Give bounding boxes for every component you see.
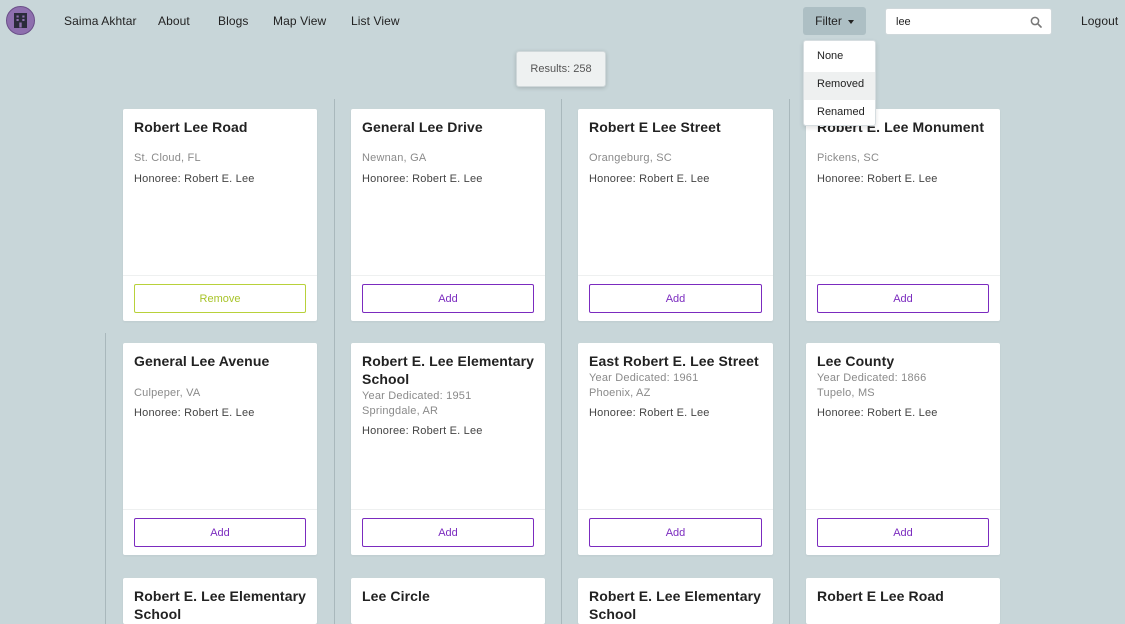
card-honoree: Honoree: Robert E. Lee <box>817 407 938 419</box>
nav-user[interactable]: Saima Akhtar <box>64 14 137 28</box>
memorial-card: East Robert E. Lee Street Year Dedicated… <box>578 343 773 555</box>
card-title: East Robert E. Lee Street <box>589 353 759 369</box>
card-location: Newnan, GA <box>362 152 427 164</box>
add-button[interactable]: Add <box>134 518 306 547</box>
column-divider <box>789 99 790 624</box>
column-divider <box>561 99 562 624</box>
card-location: St. Cloud, FL <box>134 152 201 164</box>
memorial-card: Robert E. Lee Elementary School <box>123 578 317 624</box>
card-divider <box>578 275 773 276</box>
memorial-card: Robert Lee Road St. Cloud, FL Honoree: R… <box>123 109 317 321</box>
add-button[interactable]: Add <box>589 518 762 547</box>
card-honoree: Honoree: Robert E. Lee <box>817 173 938 185</box>
card-year: Year Dedicated: 1866 <box>817 372 927 384</box>
filter-option-none[interactable]: None <box>804 44 875 72</box>
memorial-card: Robert E. Lee Elementary School <box>578 578 773 624</box>
card-location: Phoenix, AZ <box>589 387 651 399</box>
card-divider <box>806 275 1000 276</box>
search-input[interactable] <box>896 14 1026 30</box>
nav-list-view[interactable]: List View <box>351 14 400 28</box>
card-divider <box>123 509 317 510</box>
card-divider <box>351 509 545 510</box>
card-honoree: Honoree: Robert E. Lee <box>589 173 710 185</box>
card-honoree: Honoree: Robert E. Lee <box>362 425 483 437</box>
caret-down-icon <box>847 19 854 24</box>
memorial-card: Robert E Lee Road <box>806 578 1000 624</box>
card-title: Robert E. Lee Elementary School <box>589 588 762 622</box>
add-button[interactable]: Add <box>817 284 989 313</box>
card-location: Pickens, SC <box>817 152 880 164</box>
remove-button[interactable]: Remove <box>134 284 306 313</box>
card-divider <box>123 275 317 276</box>
card-divider <box>806 509 1000 510</box>
memorial-card: Lee Circle <box>351 578 545 624</box>
filter-dropdown-menu: None Removed Renamed <box>803 40 876 126</box>
card-location: Springdale, AR <box>362 405 439 417</box>
filter-option-removed[interactable]: Removed <box>804 72 875 100</box>
card-title: General Lee Avenue <box>134 353 270 369</box>
results-count: Results: 258 <box>516 51 606 87</box>
memorial-card: General Lee Avenue Culpeper, VA Honoree:… <box>123 343 317 555</box>
filter-button-label: Filter <box>815 14 842 28</box>
filter-option-renamed[interactable]: Renamed <box>804 100 875 128</box>
memorial-card: Robert E Lee Street Orangeburg, SC Honor… <box>578 109 773 321</box>
card-year: Year Dedicated: 1961 <box>589 372 699 384</box>
card-title: Robert E. Lee Elementary School <box>362 353 535 387</box>
memorial-card: Lee County Year Dedicated: 1866 Tupelo, … <box>806 343 1000 555</box>
card-title: Robert E Lee Street <box>589 119 721 135</box>
add-button[interactable]: Add <box>362 518 534 547</box>
card-title: Robert E Lee Road <box>817 588 944 604</box>
top-nav: Saima Akhtar About Blogs Map View List V… <box>0 0 1125 44</box>
card-location: Culpeper, VA <box>134 387 201 399</box>
column-divider <box>334 99 335 624</box>
search-icon[interactable] <box>1030 16 1042 28</box>
card-honoree: Honoree: Robert E. Lee <box>134 407 255 419</box>
column-divider <box>105 333 106 624</box>
nav-about[interactable]: About <box>158 14 190 28</box>
card-title: Robert E. Lee Elementary School <box>134 588 307 622</box>
memorial-card: Robert E. Lee Elementary School Year Ded… <box>351 343 545 555</box>
logout-link[interactable]: Logout <box>1081 14 1118 28</box>
nav-blogs[interactable]: Blogs <box>218 14 249 28</box>
card-divider <box>351 275 545 276</box>
logo-icon[interactable] <box>6 6 35 35</box>
card-title: General Lee Drive <box>362 119 483 135</box>
memorial-card: Robert E. Lee Monument Pickens, SC Honor… <box>806 109 1000 321</box>
card-honoree: Honoree: Robert E. Lee <box>589 407 710 419</box>
card-title: Lee County <box>817 353 895 369</box>
card-divider <box>578 509 773 510</box>
add-button[interactable]: Add <box>362 284 534 313</box>
card-year: Year Dedicated: 1951 <box>362 390 472 402</box>
memorial-card: General Lee Drive Newnan, GA Honoree: Ro… <box>351 109 545 321</box>
search-field[interactable] <box>885 8 1052 35</box>
card-title: Lee Circle <box>362 588 430 604</box>
card-location: Tupelo, MS <box>817 387 875 399</box>
add-button[interactable]: Add <box>817 518 989 547</box>
filter-button[interactable]: Filter <box>803 7 866 35</box>
card-honoree: Honoree: Robert E. Lee <box>134 173 255 185</box>
card-honoree: Honoree: Robert E. Lee <box>362 173 483 185</box>
add-button[interactable]: Add <box>589 284 762 313</box>
card-location: Orangeburg, SC <box>589 152 672 164</box>
nav-map-view[interactable]: Map View <box>273 14 326 28</box>
card-title: Robert Lee Road <box>134 119 248 135</box>
